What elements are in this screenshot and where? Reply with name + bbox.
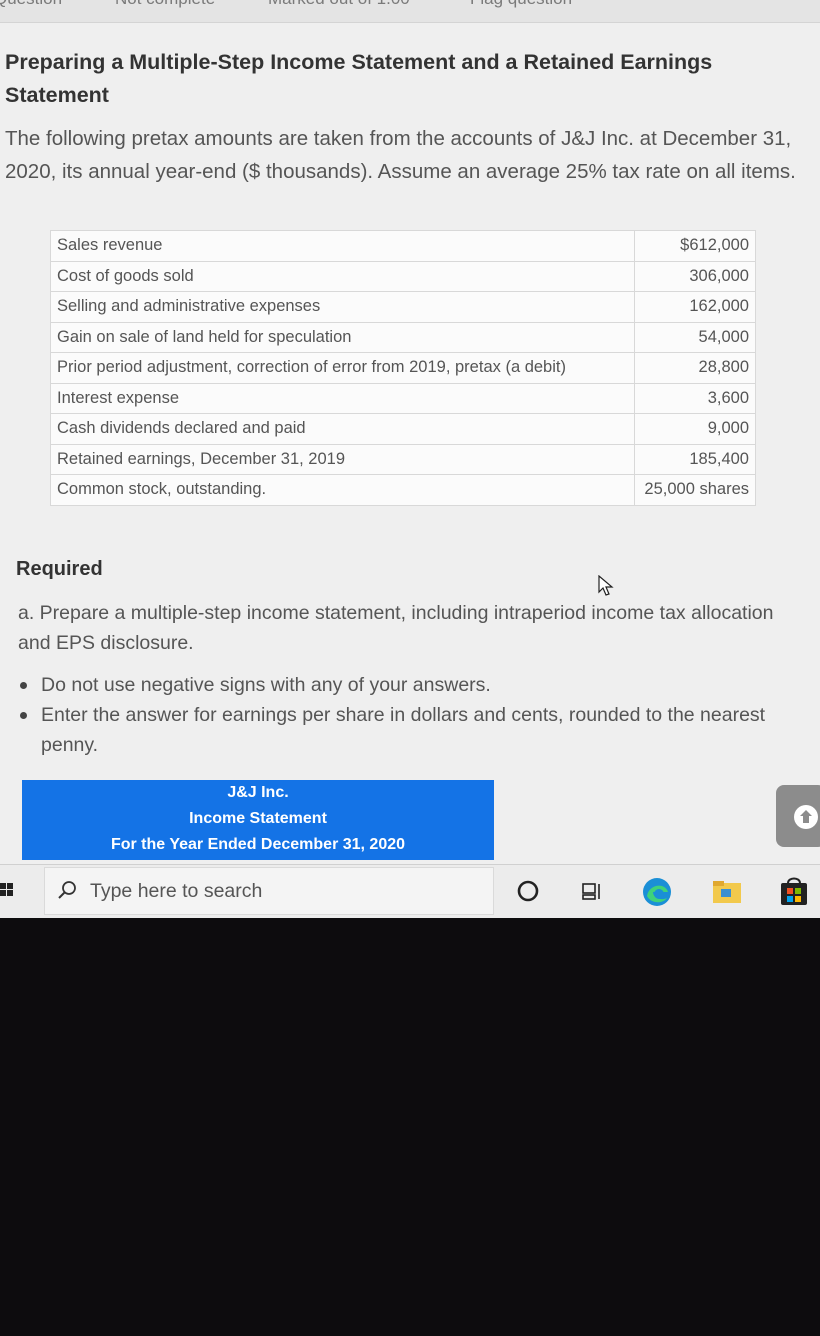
account-amount: 9,000 (634, 413, 756, 445)
search-icon (58, 881, 76, 899)
accounts-table: Sales revenue $612,000 Cost of goods sol… (50, 230, 756, 506)
arrow-up-icon (794, 805, 818, 829)
account-amount: 28,800 (634, 352, 756, 384)
search-placeholder: Type here to search (90, 880, 263, 902)
table-row: Interest expense 3,600 (50, 382, 756, 414)
statement-name: Income Statement (189, 810, 327, 827)
question-title: Preparing a Multiple-Step Income Stateme… (5, 50, 713, 107)
question-intro: The following pretax amounts are taken f… (5, 127, 796, 183)
account-label: Interest expense (50, 382, 635, 414)
instructions-list: Do not use negative signs with any of yo… (18, 670, 778, 760)
account-amount: 54,000 (634, 321, 756, 353)
flag-question-link[interactable]: Flag question (470, 0, 572, 9)
company-name: J&J Inc. (227, 784, 289, 801)
edge-icon[interactable] (641, 876, 673, 908)
table-row: Gain on sale of land held for speculatio… (50, 321, 756, 353)
list-item: Do not use negative signs with any of yo… (18, 670, 778, 700)
account-label: Gain on sale of land held for speculatio… (50, 321, 635, 353)
table-row: Sales revenue $612,000 (50, 230, 756, 262)
account-label: Sales revenue (50, 230, 635, 262)
list-item: Enter the answer for earnings per share … (18, 700, 778, 760)
table-row: Cost of goods sold 306,000 (50, 260, 756, 292)
browser-screen: Question Not complete Marked out of 1.00… (0, 0, 820, 918)
table-row: Cash dividends declared and paid 9,000 (50, 413, 756, 445)
table-row: Selling and administrative expenses 162,… (50, 291, 756, 323)
account-label: Prior period adjustment, correction of e… (50, 352, 635, 384)
account-amount: 3,600 (634, 382, 756, 414)
question-label: Question (0, 0, 62, 9)
scroll-to-top-button[interactable] (776, 785, 820, 847)
account-label: Retained earnings, December 31, 2019 (50, 443, 635, 475)
statement-period: For the Year Ended December 31, 2020 (110, 836, 406, 853)
account-amount: 162,000 (634, 291, 756, 323)
store-icon[interactable] (778, 875, 810, 907)
windows-taskbar: Type here to search (0, 864, 820, 918)
requirement-a: a. Prepare a multiple-step income statem… (18, 602, 774, 654)
account-label: Common stock, outstanding. (50, 474, 635, 506)
task-view-icon[interactable] (581, 879, 605, 903)
account-label: Cash dividends declared and paid (50, 413, 635, 445)
account-amount: 306,000 (634, 260, 756, 292)
question-status-bar: Question Not complete Marked out of 1.00… (0, 0, 820, 23)
table-row: Prior period adjustment, correction of e… (50, 352, 756, 384)
status-label: Not complete (115, 0, 215, 9)
required-heading: Required (16, 558, 103, 580)
table-row: Retained earnings, December 31, 2019 185… (50, 443, 756, 475)
mouse-cursor-icon (598, 575, 614, 596)
cortana-icon[interactable] (516, 879, 540, 903)
account-label: Selling and administrative expenses (50, 291, 635, 323)
file-explorer-icon[interactable] (712, 879, 742, 905)
account-amount: 185,400 (634, 443, 756, 475)
income-statement-header: J&J Inc. Income Statement For the Year E… (22, 780, 494, 860)
account-amount: $612,000 (634, 230, 756, 262)
windows-start-icon[interactable] (0, 883, 13, 896)
taskbar-search-input[interactable]: Type here to search (44, 867, 494, 915)
marks-label: Marked out of 1.00 (268, 0, 410, 9)
account-amount: 25,000 shares (634, 474, 756, 506)
table-row: Common stock, outstanding. 25,000 shares (50, 474, 756, 506)
account-label: Cost of goods sold (50, 260, 635, 292)
